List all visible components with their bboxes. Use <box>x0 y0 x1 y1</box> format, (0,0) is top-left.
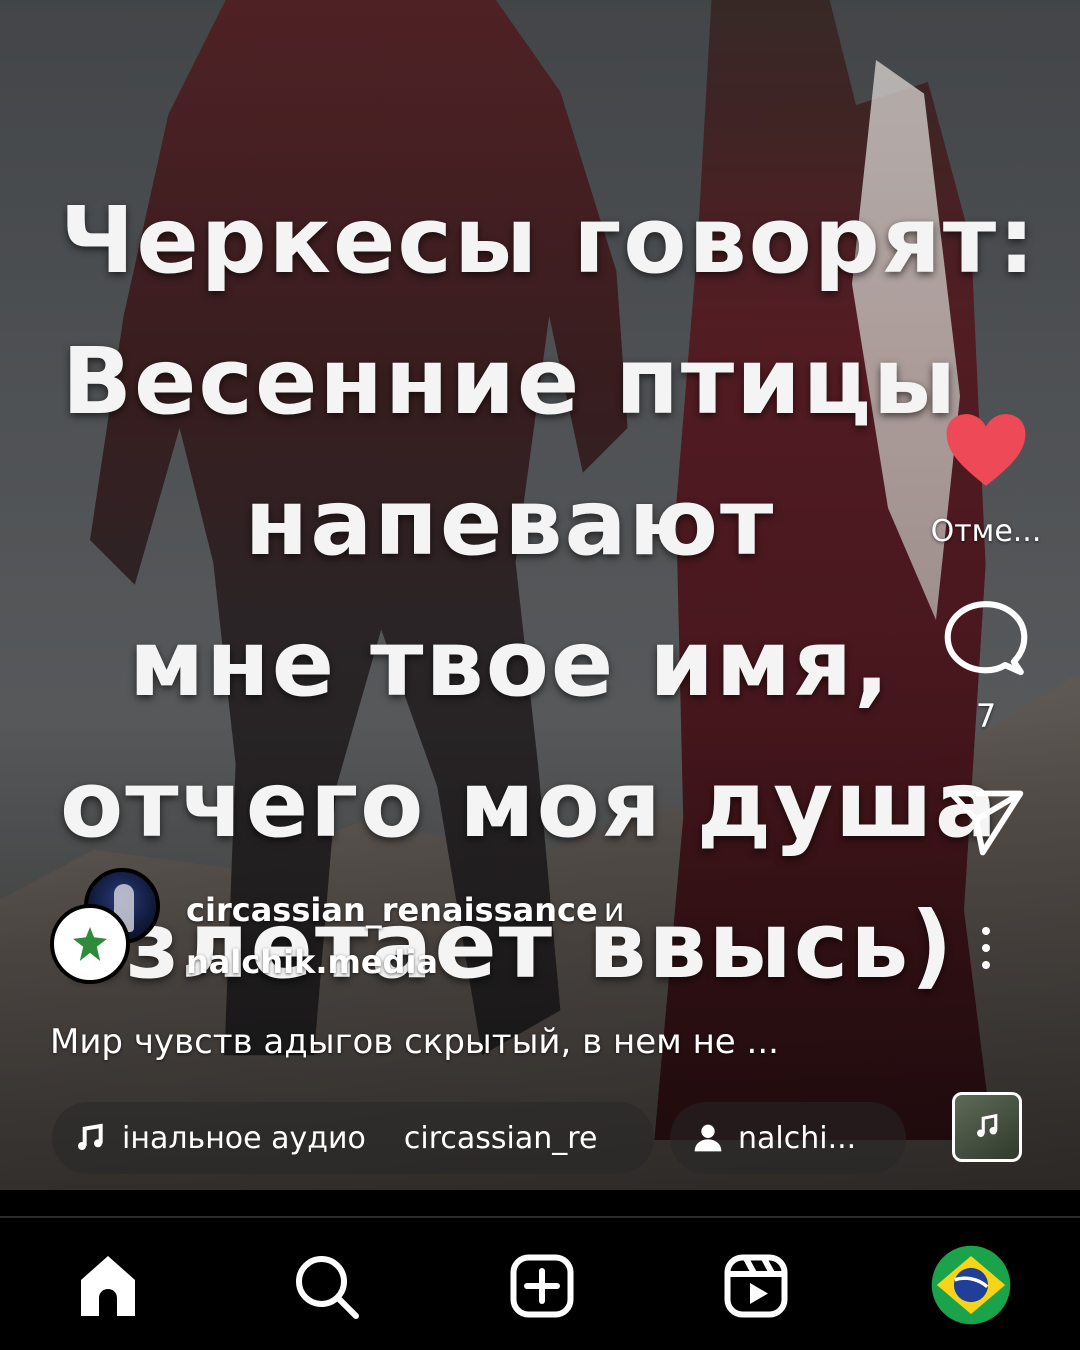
heart-icon[interactable] <box>943 410 1029 490</box>
audio-title: інальное аудио <box>122 1120 366 1156</box>
overlay-line: Черкесы говорят: <box>60 187 1037 294</box>
avatar[interactable] <box>50 904 130 984</box>
author-username[interactable]: nalchik.media <box>186 943 438 981</box>
overlay-line: напевают <box>244 469 776 576</box>
overlay-line: Весенние птицы <box>61 328 959 435</box>
audio-chip[interactable]: інальное аудио circassian_re <box>52 1102 654 1174</box>
overlay-line: отчего моя душа <box>60 751 999 858</box>
profile-avatar[interactable] <box>930 1244 1012 1326</box>
bottom-navigation <box>0 1218 1080 1350</box>
like-label[interactable]: Отме... <box>931 514 1042 549</box>
search-icon[interactable] <box>286 1246 366 1326</box>
more-options-icon[interactable] <box>982 927 990 969</box>
logo-icon <box>73 927 107 961</box>
overlay-line: мне твое имя, <box>128 610 892 717</box>
tagged-user-chip[interactable]: nalchi... <box>670 1102 906 1174</box>
author-conjunction: и <box>603 891 625 929</box>
music-note-icon <box>977 1113 998 1137</box>
audio-artist: circassian_re <box>403 1120 598 1156</box>
create-icon[interactable] <box>502 1246 582 1326</box>
home-icon[interactable] <box>68 1246 148 1326</box>
reel-caption[interactable]: Мир чувств адыгов скрытый, в нем не ... <box>50 1022 779 1062</box>
reels-icon[interactable] <box>716 1246 796 1326</box>
person-icon <box>694 1124 722 1152</box>
reels-screen: Черкесы говорят: Весенние птицы напевают… <box>0 0 1080 1350</box>
audio-thumbnail[interactable] <box>952 1092 1022 1162</box>
tagged-user-label: nalchi... <box>738 1120 857 1156</box>
author-username[interactable]: circassian_renaissance <box>186 891 598 929</box>
author-names[interactable]: circassian_renaissance и nalchik.media <box>186 884 624 988</box>
share-icon[interactable] <box>946 787 1026 859</box>
comment-icon[interactable] <box>944 599 1028 679</box>
comment-count: 7 <box>975 697 997 735</box>
author-avatars[interactable] <box>50 868 170 988</box>
music-note-icon <box>78 1123 103 1150</box>
action-rail: Отме... 7 <box>916 410 1056 969</box>
